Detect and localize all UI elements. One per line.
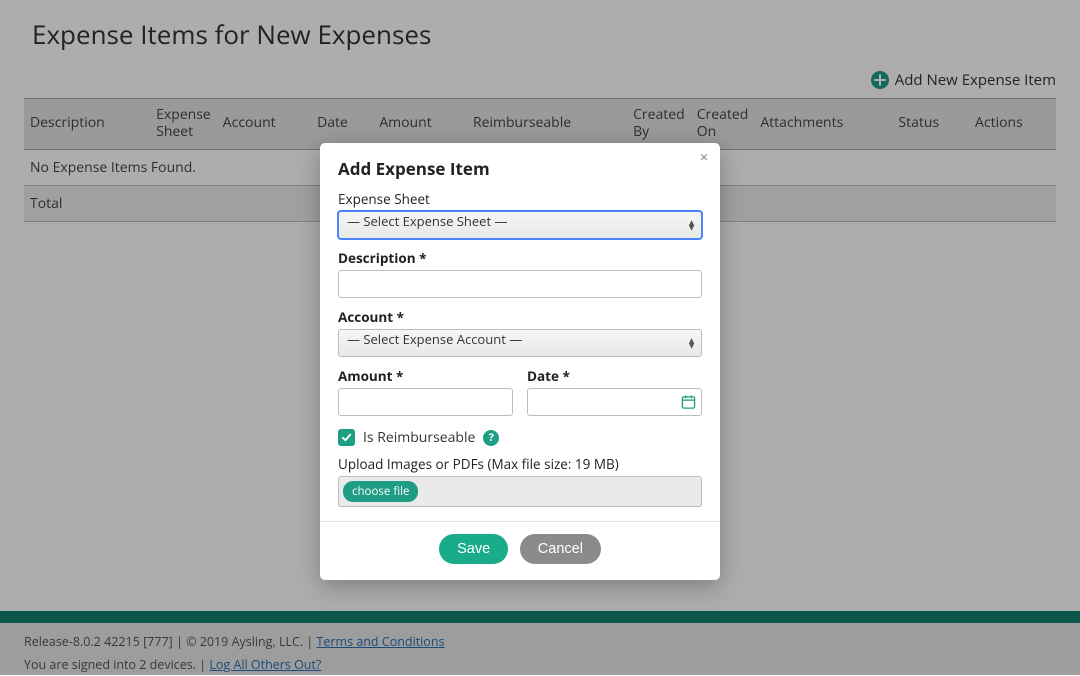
cancel-button[interactable]: Cancel bbox=[520, 534, 601, 564]
amount-input[interactable] bbox=[338, 388, 513, 416]
date-input[interactable] bbox=[527, 388, 702, 416]
expense-sheet-select[interactable]: — Select Expense Sheet — bbox=[338, 211, 702, 239]
add-expense-item-modal: × Add Expense Item Expense Sheet — Selec… bbox=[320, 143, 720, 580]
upload-label: Upload Images or PDFs (Max file size: 19… bbox=[338, 455, 702, 473]
modal-title: Add Expense Item bbox=[338, 157, 702, 180]
date-label: Date bbox=[527, 367, 702, 385]
file-drop-area[interactable]: choose file bbox=[338, 476, 702, 507]
save-button[interactable]: Save bbox=[439, 534, 508, 564]
expense-sheet-label: Expense Sheet bbox=[338, 190, 702, 208]
close-icon[interactable]: × bbox=[700, 151, 708, 165]
description-label: Description bbox=[338, 249, 702, 267]
account-select[interactable]: — Select Expense Account — bbox=[338, 329, 702, 357]
help-icon[interactable]: ? bbox=[483, 430, 499, 446]
is-reimburseable-label: Is Reimburseable bbox=[363, 428, 475, 447]
is-reimburseable-checkbox[interactable] bbox=[338, 429, 355, 446]
choose-file-button[interactable]: choose file bbox=[343, 481, 418, 502]
divider bbox=[320, 521, 720, 522]
checkmark-icon bbox=[341, 432, 352, 443]
account-label: Account bbox=[338, 308, 702, 326]
amount-label: Amount bbox=[338, 367, 513, 385]
description-input[interactable] bbox=[338, 270, 702, 298]
